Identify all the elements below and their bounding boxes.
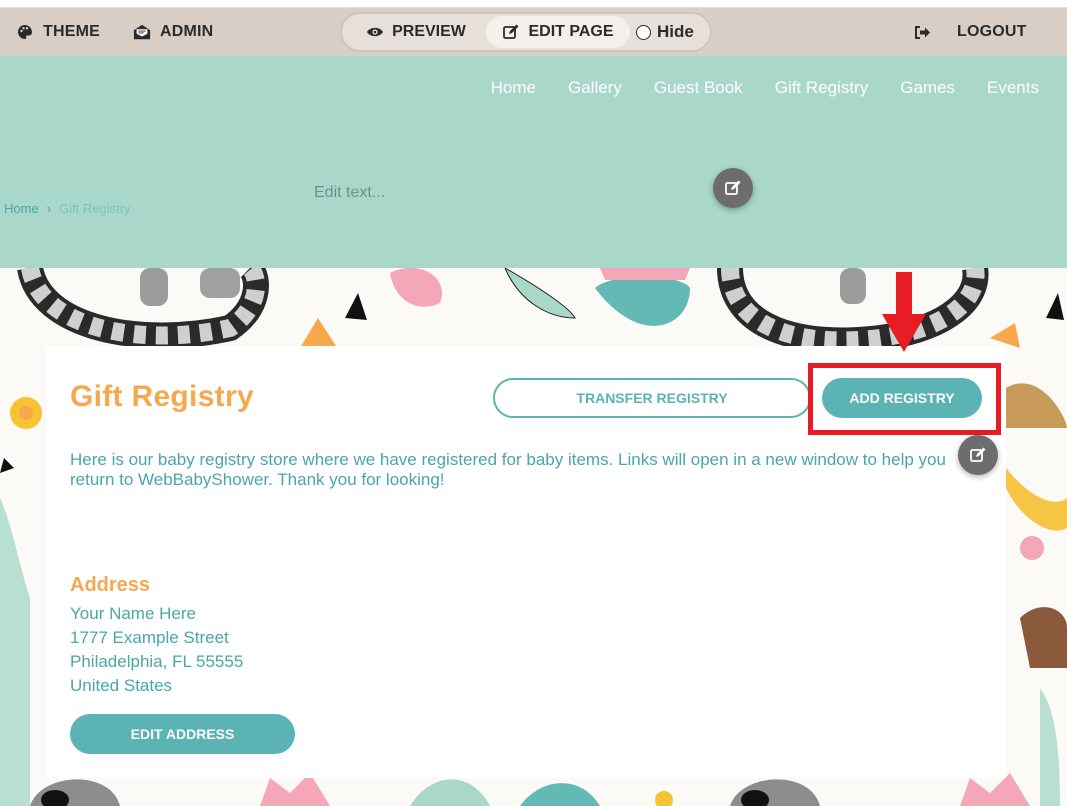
pink-flower-right (1020, 536, 1044, 560)
yellow-tail-right (1006, 468, 1067, 531)
nav-home[interactable]: Home (491, 78, 536, 98)
leaf-1 (504, 268, 576, 319)
hide-radio[interactable] (636, 24, 651, 40)
triangle-shape (345, 293, 367, 320)
logout-icon-button[interactable] (913, 8, 931, 56)
brown-shape-right (1020, 607, 1067, 668)
edit-page-label: EDIT PAGE (528, 23, 614, 40)
registry-intro-text: Here is our baby registry store where we… (70, 450, 946, 489)
orange-leaf (300, 318, 336, 348)
nav-guest-book[interactable]: Guest Book (654, 78, 743, 98)
logout-label: LOGOUT (957, 23, 1027, 40)
palm-left (0, 498, 30, 806)
breadcrumb: Home › Gift Registry (4, 201, 131, 216)
edit-icon (725, 180, 741, 195)
lemur-paw-right (840, 268, 866, 304)
hero-edit-button[interactable] (713, 168, 753, 208)
eye-icon (366, 23, 384, 41)
sign-out-icon (913, 23, 931, 41)
orange-leaf-right (990, 323, 1020, 348)
nav-games[interactable]: Games (900, 78, 955, 98)
address-line: Your Name Here (70, 604, 196, 623)
nav-gallery[interactable]: Gallery (568, 78, 622, 98)
edit-address-button[interactable]: EDIT ADDRESS (70, 714, 295, 754)
address-line: Philadelphia, FL 55555 (70, 652, 244, 671)
annotation-highlight-box (808, 363, 1001, 435)
theme-button[interactable]: THEME (16, 8, 100, 56)
address-heading: Address (70, 574, 151, 596)
main-nav: Home Gallery Guest Book Gift Registry Ga… (491, 78, 1039, 98)
pink-flower-1 (390, 268, 442, 307)
hero-edit-text[interactable]: Edit text... (314, 184, 385, 202)
edit-icon (970, 447, 986, 462)
lemur-paw-left-2 (200, 268, 240, 298)
leaf-bottom (410, 779, 490, 806)
admin-toolbar: THEME ADMIN PREVIEW EDIT PAGE Hide LOGOU… (0, 8, 1067, 56)
hero-header: Home Gallery Guest Book Gift Registry Ga… (0, 56, 1067, 268)
monkey-right (1006, 383, 1067, 428)
palette-icon (16, 23, 34, 41)
breadcrumb-separator: › (46, 201, 52, 216)
admin-button[interactable]: ADMIN (133, 8, 213, 56)
logout-button[interactable]: LOGOUT (957, 8, 1027, 56)
palm-right (1040, 688, 1060, 806)
admin-label: ADMIN (160, 23, 214, 40)
transfer-registry-button[interactable]: TRANSFER REGISTRY (493, 378, 811, 418)
edit-page-button[interactable]: EDIT PAGE (486, 16, 630, 48)
browser-top-strip (0, 0, 1067, 8)
yellow-flower-bottom (655, 791, 673, 806)
arrow-down-icon (882, 272, 926, 352)
preview-label: PREVIEW (392, 23, 466, 40)
registry-card: Gift Registry TRANSFER REGISTRY ADD REGI… (46, 346, 1006, 778)
triangle-shape-right (1046, 293, 1064, 320)
page-title: Gift Registry (70, 380, 254, 413)
address-line: United States (70, 676, 173, 695)
breadcrumb-current: Gift Registry (59, 201, 131, 216)
address-line: 1777 Example Street (70, 628, 229, 647)
pink-petals (600, 268, 690, 280)
mode-switch: PREVIEW EDIT PAGE Hide (340, 12, 712, 52)
envelope-open-icon (133, 23, 151, 41)
hide-label: Hide (657, 22, 694, 41)
nav-events[interactable]: Events (987, 78, 1039, 98)
teal-leaf-bottom (520, 783, 600, 806)
address-block: Your Name Here 1777 Example Street Phila… (70, 602, 243, 698)
breadcrumb-home[interactable]: Home (4, 201, 39, 216)
edit-icon (502, 23, 520, 41)
nav-gift-registry[interactable]: Gift Registry (775, 78, 869, 98)
preview-button[interactable]: PREVIEW (356, 16, 476, 48)
lemur-paw-left (140, 268, 168, 306)
theme-label: THEME (43, 23, 100, 40)
hide-toggle[interactable]: Hide (636, 16, 694, 48)
teal-flower (595, 276, 690, 326)
